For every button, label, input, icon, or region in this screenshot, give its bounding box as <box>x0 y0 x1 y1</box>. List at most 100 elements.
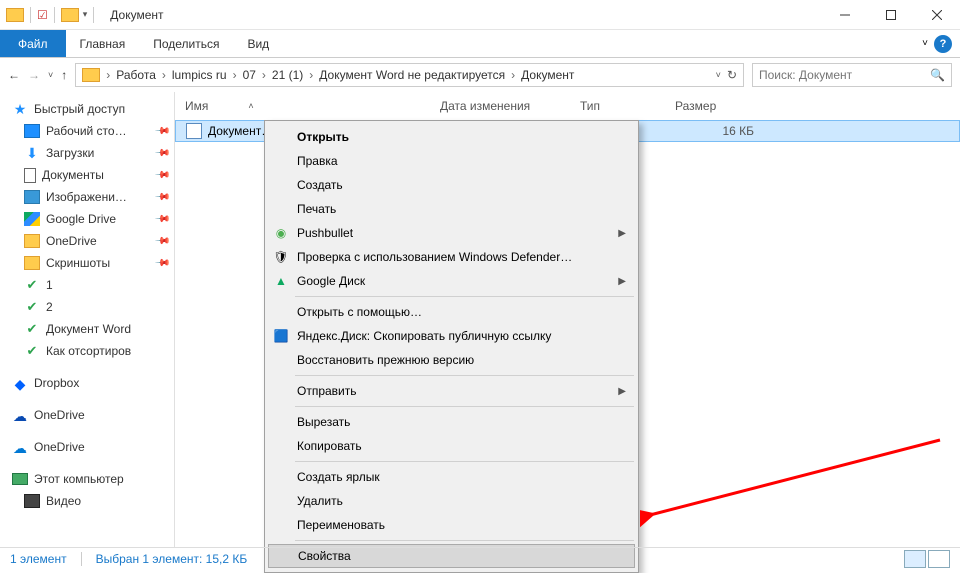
chevron-right-icon[interactable]: › <box>260 68 268 82</box>
close-button[interactable] <box>914 0 960 30</box>
qat-newfolder-icon[interactable] <box>61 8 79 22</box>
menu-item-label: Google Диск <box>297 274 365 288</box>
tab-share[interactable]: Поделиться <box>139 30 233 57</box>
window-title: Документ <box>110 8 163 22</box>
menu-item-label: Яндекс.Диск: Скопировать публичную ссылк… <box>297 329 551 343</box>
sidebar-item[interactable]: ⬇Загрузки📌 <box>0 142 174 164</box>
menu-item[interactable]: ▲Google Диск▶ <box>267 269 636 293</box>
qat-properties-icon[interactable]: ☑ <box>37 8 48 22</box>
sidebar-item[interactable]: Скриншоты📌 <box>0 252 174 274</box>
menu-item[interactable]: Создать ярлык <box>267 465 636 489</box>
menu-item[interactable]: Открыть с помощью… <box>267 300 636 324</box>
sidebar-item[interactable]: OneDrive📌 <box>0 230 174 252</box>
view-icons-button[interactable] <box>928 550 950 568</box>
menu-item-label: Вырезать <box>297 415 350 429</box>
tab-home[interactable]: Главная <box>66 30 140 57</box>
pin-icon: 📌 <box>153 167 170 184</box>
sidebar-item-label: OneDrive <box>46 234 97 248</box>
breadcrumb-item[interactable]: 07 <box>239 68 260 82</box>
pin-icon: 📌 <box>153 255 170 272</box>
sidebar-item[interactable]: Документы📌 <box>0 164 174 186</box>
sidebar-onedrive[interactable]: ☁ OneDrive <box>0 404 174 426</box>
chevron-right-icon[interactable]: › <box>104 68 112 82</box>
breadcrumb-item[interactable]: lumpics ru <box>168 68 231 82</box>
maximize-button[interactable] <box>868 0 914 30</box>
search-input[interactable] <box>759 68 930 82</box>
menu-separator <box>295 461 634 462</box>
address-bar[interactable]: › Работа › lumpics ru › 07 › 21 (1) › До… <box>75 63 744 87</box>
menu-item[interactable]: Вырезать <box>267 410 636 434</box>
breadcrumb-item[interactable]: 21 (1) <box>268 68 307 82</box>
sidebar-item[interactable]: ✔Как отсортиров <box>0 340 174 362</box>
menu-item-label: Создать ярлык <box>297 470 380 484</box>
tab-view[interactable]: Вид <box>233 30 283 57</box>
menu-item[interactable]: Отправить▶ <box>267 379 636 403</box>
nav-forward-button[interactable]: → <box>28 68 40 82</box>
view-details-button[interactable] <box>904 550 926 568</box>
nav-up-button[interactable]: ↑ <box>61 68 67 82</box>
menu-item[interactable]: Печать <box>267 197 636 221</box>
qat-dropdown[interactable]: ▾ <box>83 9 88 20</box>
column-size[interactable]: Размер <box>669 99 759 113</box>
menu-item[interactable]: ◉Pushbullet▶ <box>267 221 636 245</box>
chevron-right-icon[interactable]: › <box>509 68 517 82</box>
chevron-right-icon[interactable]: › <box>231 68 239 82</box>
nav-sidebar: ★ Быстрый доступ Рабочий сто…📌⬇Загрузки📌… <box>0 92 175 547</box>
menu-item[interactable]: Переименовать <box>267 513 636 537</box>
column-date[interactable]: Дата изменения <box>434 99 574 113</box>
onedrive-icon: ☁ <box>12 408 28 422</box>
breadcrumb-item[interactable]: Документ Word не редактируется <box>315 68 509 82</box>
menu-item-label: Проверка с использованием Windows Defend… <box>297 250 572 264</box>
menu-item-label: Печать <box>297 202 336 216</box>
column-headers: Имя˄ Дата изменения Тип Размер <box>175 92 960 120</box>
docs-icon <box>24 168 36 183</box>
status-selection: Выбран 1 элемент: 15,2 КБ <box>96 552 248 566</box>
help-icon[interactable]: ? <box>934 35 952 53</box>
sidebar-item[interactable]: ✔Документ Word <box>0 318 174 340</box>
breadcrumb-item[interactable]: Документ <box>517 68 578 82</box>
sidebar-item-label: Google Drive <box>46 212 116 226</box>
chevron-right-icon[interactable]: › <box>307 68 315 82</box>
downloads-icon: ⬇ <box>24 146 40 160</box>
star-icon: ★ <box>12 102 28 116</box>
menu-item[interactable]: Правка <box>267 149 636 173</box>
check-icon: ✔ <box>24 278 40 292</box>
nav-back-button[interactable]: ← <box>8 68 20 82</box>
address-dropdown-icon[interactable]: ˅ <box>716 70 721 80</box>
sidebar-item[interactable]: Google Drive📌 <box>0 208 174 230</box>
menu-item-label: Удалить <box>297 494 343 508</box>
search-box[interactable]: 🔍 <box>752 63 952 87</box>
menu-item[interactable]: 🟦Яндекс.Диск: Скопировать публичную ссыл… <box>267 324 636 348</box>
column-type[interactable]: Тип <box>574 99 669 113</box>
file-tab[interactable]: Файл <box>0 30 66 57</box>
sidebar-quick-access[interactable]: ★ Быстрый доступ <box>0 98 174 120</box>
sidebar-this-pc[interactable]: Этот компьютер <box>0 468 174 490</box>
sidebar-onedrive[interactable]: ☁ OneDrive <box>0 436 174 458</box>
menu-item[interactable]: Удалить <box>267 489 636 513</box>
menu-item[interactable]: Открыть <box>267 125 636 149</box>
sidebar-item[interactable]: Изображени…📌 <box>0 186 174 208</box>
menu-item[interactable]: Копировать <box>267 434 636 458</box>
search-icon[interactable]: 🔍 <box>930 68 945 82</box>
ribbon-expand-icon[interactable]: ˅ <box>922 38 928 49</box>
breadcrumb-item[interactable]: Работа <box>112 68 160 82</box>
column-name[interactable]: Имя˄ <box>179 99 434 113</box>
sidebar-videos[interactable]: Видео <box>0 490 174 512</box>
minimize-button[interactable] <box>822 0 868 30</box>
menu-item-label: Открыть с помощью… <box>297 305 422 319</box>
sidebar-label: Быстрый доступ <box>34 102 125 116</box>
menu-item[interactable]: 🛡Проверка с использованием Windows Defen… <box>267 245 636 269</box>
sidebar-item[interactable]: Рабочий сто…📌 <box>0 120 174 142</box>
submenu-arrow-icon: ▶ <box>618 228 626 239</box>
menu-item[interactable]: Создать <box>267 173 636 197</box>
sidebar-item[interactable]: ✔1 <box>0 274 174 296</box>
folder-icon <box>82 68 100 82</box>
sidebar-item[interactable]: ✔2 <box>0 296 174 318</box>
refresh-icon[interactable]: ↻ <box>727 68 737 82</box>
menu-separator <box>295 296 634 297</box>
sidebar-dropbox[interactable]: ◆ Dropbox <box>0 372 174 394</box>
menu-item[interactable]: Восстановить прежнюю версию <box>267 348 636 372</box>
nav-recent-dropdown[interactable]: ˅ <box>48 70 53 80</box>
chevron-right-icon[interactable]: › <box>160 68 168 82</box>
pin-icon: 📌 <box>153 123 170 140</box>
